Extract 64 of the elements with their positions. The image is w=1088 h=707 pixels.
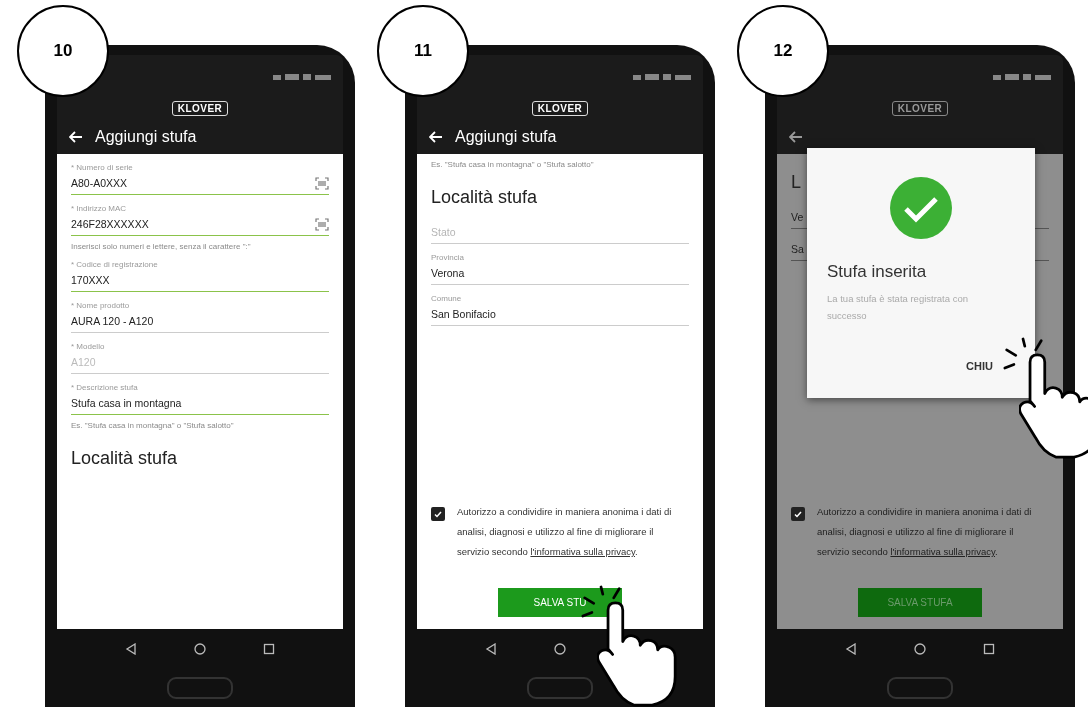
field-label: * Numero di serie	[71, 163, 134, 172]
field-value: Verona	[431, 267, 465, 279]
check-icon	[434, 510, 442, 518]
field-value: 246F28XXXXXX	[71, 218, 149, 230]
home-nav-icon[interactable]	[554, 643, 566, 655]
dialog-message: La tua stufa è stata registrata con successo	[827, 292, 969, 324]
text-field[interactable]: * Nome prodotto AURA 120 - A120	[71, 296, 329, 333]
status-icons	[993, 73, 1053, 81]
recents-nav-icon[interactable]	[982, 643, 995, 655]
field-value: AURA 120 - A120	[71, 315, 154, 327]
privacy-link[interactable]: l'informativa sulla privacy	[890, 546, 995, 558]
dialog-title: Stufa inserita	[827, 262, 928, 282]
section-heading: L	[791, 172, 802, 193]
check-icon	[794, 510, 802, 518]
field-value: A80-A0XXX	[71, 177, 128, 189]
home-nav-icon[interactable]	[194, 643, 206, 655]
field-label: Provincia	[431, 253, 465, 262]
field-label: * Descrizione stufa	[71, 383, 139, 392]
helper-text: Inserisci solo numeri e lettere, senza il carattere ":"	[71, 242, 252, 251]
screen-title: Aggiungi stufa	[455, 128, 557, 146]
back-nav-icon[interactable]	[125, 643, 138, 655]
text-field[interactable]: Comune San Bonifacio	[431, 289, 689, 326]
text-field[interactable]: * Numero di serie A80-A0XXX	[71, 158, 329, 195]
screen-title: Aggiungi stufa	[95, 128, 197, 146]
home-nav-icon[interactable]	[914, 643, 926, 655]
check-circle-icon	[889, 176, 953, 240]
brand-logo: KLOVER	[531, 101, 589, 116]
text-field[interactable]: Provincia Verona	[431, 248, 689, 285]
field-label: * Nome prodotto	[71, 301, 131, 310]
step-number: 10	[17, 5, 109, 97]
close-button[interactable]: CHIU	[966, 360, 993, 373]
step-number: 12	[737, 5, 829, 97]
helper-text: Es. "Stufa casa in montagna" o "Stufa salotto"	[71, 421, 235, 430]
field-value: Sa	[791, 243, 804, 255]
field-label: * Modello	[71, 342, 106, 351]
consent-text: Autorizzo a condividire in maniera anonima i dati di analisi, diagnosi e utilizzo al fine di migliorare il servizio secondo l'informativa sulla privacy.	[817, 505, 1033, 560]
section-heading: Località stufa	[431, 187, 539, 208]
field-label: * Codice di registrazione	[71, 260, 159, 269]
text-field[interactable]: * Descrizione stufa Stufa casa in montagna	[71, 378, 329, 415]
field-value: Ve	[791, 211, 804, 223]
step-number: 11	[377, 5, 469, 97]
field-label: Comune	[431, 294, 463, 303]
status-icons	[633, 73, 693, 81]
text-field[interactable]: * Codice di registrazione 170XXX	[71, 255, 329, 292]
consent-checkbox[interactable]	[431, 507, 445, 522]
section-heading: Località stufa	[71, 448, 179, 469]
field-value: Stufa casa in montagna	[71, 397, 182, 409]
status-icons	[273, 73, 333, 81]
back-nav-icon[interactable]	[485, 643, 498, 655]
field-value: 170XXX	[71, 274, 110, 286]
consent-checkbox[interactable]	[791, 507, 805, 522]
brand-logo: KLOVER	[891, 101, 949, 116]
text-field[interactable]: * Indirizzo MAC 246F28XXXXXX	[71, 199, 329, 236]
consent-text: Autorizzo a condividire in maniera anonima i dati di analisi, diagnosi e utilizzo al fine di migliorare il servizio secondo l'informativa sulla privacy.	[457, 505, 673, 560]
privacy-link[interactable]: l'informativa sulla privacy	[530, 546, 635, 558]
back-nav-icon[interactable]	[845, 643, 858, 655]
field-value: San Bonifacio	[431, 308, 496, 320]
helper-text: Es. "Stufa casa in montagna" o "Stufa salotto"	[431, 160, 595, 169]
field-placeholder: Stato	[431, 226, 456, 238]
back-arrow-icon[interactable]	[789, 131, 803, 143]
field-label: * Indirizzo MAC	[71, 204, 128, 213]
brand-logo: KLOVER	[171, 101, 229, 116]
tap-burst-icon	[1003, 337, 1043, 370]
recents-nav-icon[interactable]	[262, 643, 275, 655]
